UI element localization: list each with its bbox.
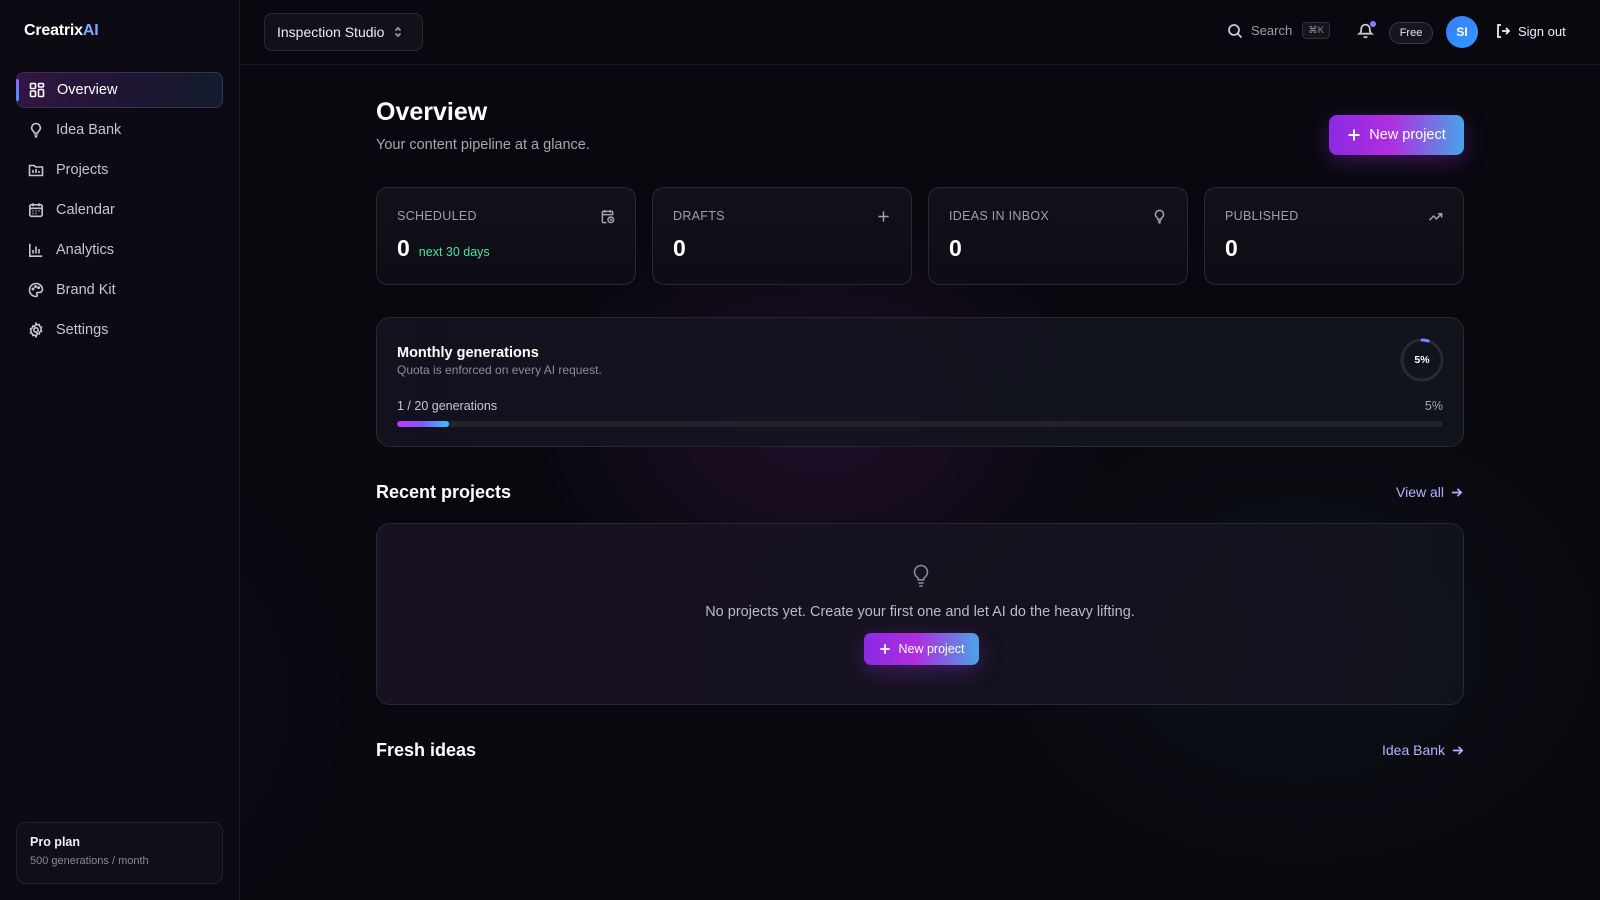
sidebar: CreatrixAI Overview Idea Bank Projects C…	[0, 0, 240, 900]
workspace-switcher[interactable]: Inspection Studio	[264, 13, 423, 51]
sidebar-item-label: Settings	[56, 322, 109, 338]
sidebar-item-calendar[interactable]: Calendar	[16, 192, 223, 228]
stat-value: 0	[397, 235, 410, 261]
search-icon	[1228, 23, 1243, 38]
plan-subtitle: 500 generations / month	[30, 855, 149, 867]
arrow-right-icon	[1451, 487, 1463, 497]
sidebar-item-settings[interactable]: Settings	[16, 312, 223, 348]
search-label: Search	[1251, 23, 1293, 38]
sidebar-item-label: Overview	[57, 82, 118, 98]
sign-out-icon	[1497, 24, 1511, 38]
stat-label: IDEAS IN INBOX	[949, 209, 1050, 223]
notifications-button[interactable]	[1356, 21, 1376, 44]
brand-logo[interactable]: CreatrixAI	[24, 22, 99, 40]
new-project-label: New project	[898, 642, 965, 656]
view-all-link[interactable]: View all	[1396, 484, 1463, 500]
sidebar-item-label: Projects	[56, 162, 109, 178]
stat-card-drafts[interactable]: DRAFTS 0	[652, 187, 912, 285]
stat-label: PUBLISHED	[1225, 209, 1299, 223]
sidebar-item-projects[interactable]: Projects	[16, 152, 223, 188]
palette-icon	[28, 282, 44, 298]
new-project-label: New project	[1369, 127, 1446, 143]
stat-label: SCHEDULED	[397, 209, 477, 223]
search-button[interactable]: Search ⌘K	[1227, 22, 1331, 39]
stat-label: DRAFTS	[673, 209, 725, 223]
stat-card-scheduled[interactable]: SCHEDULED 0 next 30 days	[376, 187, 636, 285]
sidebar-item-label: Analytics	[56, 242, 115, 258]
stat-value: 0	[673, 235, 686, 261]
plan-card[interactable]: Pro plan 500 generations / month	[16, 822, 223, 884]
calendar-clock-icon	[600, 209, 615, 229]
sidebar-item-brand-kit[interactable]: Brand Kit	[16, 272, 223, 308]
folder-icon	[28, 164, 44, 177]
stat-card-ideas-in-inbox[interactable]: IDEAS IN INBOX 0	[928, 187, 1188, 285]
new-project-button-empty[interactable]: New project	[864, 633, 979, 665]
recent-projects-empty-state: No projects yet. Create your first one a…	[376, 523, 1464, 705]
search-shortcut: ⌘K	[1302, 22, 1331, 39]
quota-subtitle: Quota is enforced on every AI request.	[397, 363, 602, 377]
arrow-right-icon	[1452, 745, 1464, 755]
quota-percent: 5%	[1424, 399, 1443, 413]
stat-card-published[interactable]: PUBLISHED 0	[1204, 187, 1464, 285]
sidebar-nav: Overview Idea Bank Projects Calendar Ana…	[16, 72, 223, 352]
plus-icon	[876, 209, 891, 229]
sidebar-item-label: Idea Bank	[56, 122, 122, 138]
page-title: Overview	[376, 98, 488, 126]
sidebar-item-overview[interactable]: Overview	[16, 72, 223, 108]
plan-badge[interactable]: Free	[1389, 22, 1433, 44]
quota-ring-percent: 5%	[1414, 354, 1430, 366]
plus-icon	[879, 644, 890, 654]
quota-progress-bar	[397, 421, 1443, 427]
recent-projects-title: Recent projects	[376, 482, 512, 502]
sidebar-item-idea-bank[interactable]: Idea Bank	[16, 112, 223, 148]
lightbulb-icon	[30, 122, 42, 138]
trending-up-icon	[1428, 209, 1443, 229]
empty-state-text: No projects yet. Create your first one a…	[705, 604, 1135, 620]
view-all-label: View all	[1396, 484, 1444, 500]
plan-title: Pro plan	[30, 835, 81, 849]
sign-out-label: Sign out	[1518, 23, 1566, 39]
grid-icon	[29, 82, 45, 98]
quota-title: Monthly generations	[397, 345, 539, 361]
idea-bank-label: Idea Bank	[1382, 742, 1446, 758]
sidebar-item-label: Calendar	[56, 202, 115, 218]
plus-icon	[1348, 129, 1360, 141]
gear-icon	[29, 322, 43, 338]
page-subtitle: Your content pipeline at a glance.	[376, 137, 590, 153]
lightbulb-icon	[1152, 209, 1167, 229]
calendar-icon	[28, 203, 43, 218]
avatar[interactable]: SI	[1446, 16, 1478, 48]
stat-value: 0	[1225, 235, 1238, 261]
stat-note: next 30 days	[418, 245, 490, 259]
quota-progress-fill	[397, 421, 450, 427]
fresh-ideas-title: Fresh ideas	[376, 740, 477, 760]
quota-count: 1 / 20 generations	[397, 399, 498, 413]
workspace-name: Inspection Studio	[277, 24, 385, 40]
quota-progress-ring: 5%	[1399, 337, 1445, 383]
idea-bank-link[interactable]: Idea Bank	[1382, 742, 1464, 758]
topbar: Inspection Studio Search ⌘K Free SI Sign…	[240, 0, 1600, 65]
stat-value: 0	[949, 235, 962, 261]
sidebar-item-label: Brand Kit	[56, 282, 116, 298]
lightbulb-icon	[911, 564, 931, 593]
quota-card: Monthly generations Quota is enforced on…	[376, 317, 1464, 447]
sidebar-item-analytics[interactable]: Analytics	[16, 232, 223, 268]
notification-dot	[1370, 21, 1376, 27]
new-project-button[interactable]: New project	[1329, 115, 1464, 155]
chevron-up-down-icon	[395, 26, 402, 38]
bar-chart-icon	[29, 243, 43, 257]
sign-out-button[interactable]: Sign out	[1495, 23, 1566, 39]
